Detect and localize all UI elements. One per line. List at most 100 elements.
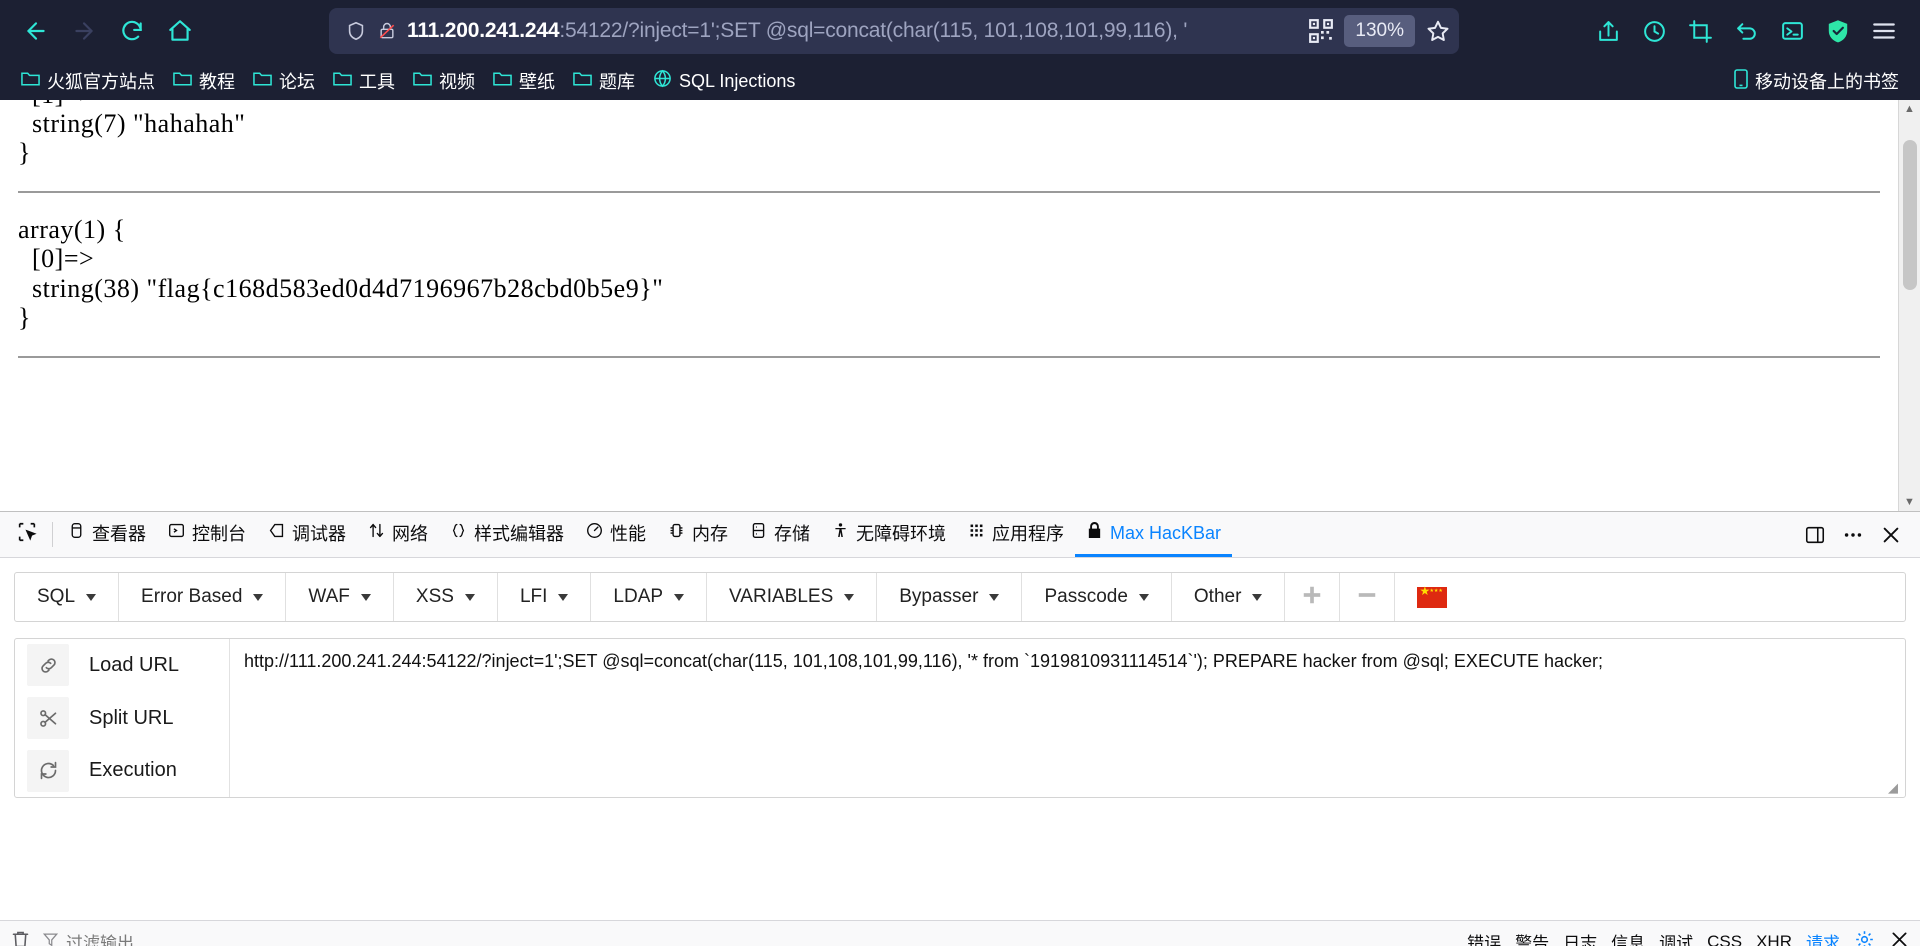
- tracking-protection-shield-icon[interactable]: [345, 20, 367, 42]
- bookmark-item-7[interactable]: SQL Injections: [644, 65, 804, 97]
- network-icon: [368, 522, 385, 544]
- console-filter-requests[interactable]: 请求: [1806, 929, 1840, 946]
- hackbar-menu-bypasser[interactable]: Bypasser: [877, 573, 1023, 621]
- tab-application[interactable]: 应用程序: [957, 512, 1075, 557]
- menu-label: Bypasser: [899, 586, 979, 607]
- hackbar-menu-waf[interactable]: WAF: [286, 573, 394, 621]
- hackbar-remove-button[interactable]: [1340, 573, 1396, 621]
- tab-memory[interactable]: 内存: [657, 512, 739, 557]
- qr-code-icon[interactable]: [1308, 18, 1334, 44]
- tab-console[interactable]: 控制台: [157, 512, 257, 557]
- devtools-more-icon[interactable]: [1836, 518, 1870, 552]
- sync-tabs-icon[interactable]: [1770, 9, 1814, 53]
- folder-icon: [21, 71, 40, 92]
- bookmark-label: 工具: [359, 72, 395, 92]
- tab-max-hackbar[interactable]: Max HacKBar: [1075, 512, 1233, 557]
- scrollbar-thumb[interactable]: [1903, 140, 1917, 290]
- console-close-icon[interactable]: [1889, 929, 1910, 946]
- insecure-connection-icon[interactable]: [377, 20, 397, 42]
- page-vertical-scrollbar[interactable]: ▲ ▼: [1898, 100, 1920, 511]
- tab-label: 查看器: [92, 524, 146, 544]
- action-label: Execution: [89, 759, 177, 782]
- clear-console-icon[interactable]: [10, 929, 31, 946]
- bookmark-item-0[interactable]: 火狐官方站点: [12, 64, 164, 98]
- shield-check-icon[interactable]: [1816, 9, 1860, 53]
- hackbar-menu-error-based[interactable]: Error Based: [119, 573, 287, 621]
- hackbar-menu-sql[interactable]: SQL: [15, 573, 120, 621]
- tab-inspector[interactable]: 查看器: [57, 512, 157, 557]
- page-viewport: [1]=> string(7) "hahahah" } array(1) { […: [0, 100, 1920, 511]
- tab-label: 应用程序: [992, 524, 1064, 544]
- bookmark-star-icon[interactable]: [1425, 18, 1451, 44]
- bookmark-item-6[interactable]: 题库: [564, 64, 644, 98]
- console-settings-gear-icon[interactable]: [1854, 929, 1875, 946]
- china-flag-icon: [1417, 584, 1448, 608]
- hackbar-language-button[interactable]: [1395, 573, 1469, 621]
- url-bar-container: 111.200.241.244:54122/?inject=1';SET @sq…: [206, 8, 1582, 54]
- address-bar[interactable]: 111.200.241.244:54122/?inject=1';SET @sq…: [329, 8, 1459, 54]
- console-filter-info[interactable]: 信息: [1611, 929, 1645, 946]
- hackbar-menu-passcode[interactable]: Passcode: [1022, 573, 1172, 621]
- screenshot-icon[interactable]: [1678, 9, 1722, 53]
- browser-toolbar-right: [1586, 9, 1906, 53]
- bookmark-item-2[interactable]: 论坛: [244, 64, 324, 98]
- tab-performance[interactable]: 性能: [575, 512, 657, 557]
- chevron-down-icon: [844, 593, 855, 601]
- menu-label: LDAP: [613, 586, 664, 607]
- globe-icon: [653, 69, 672, 93]
- app-menu-icon[interactable]: [1862, 9, 1906, 53]
- url-host: 111.200.241.244: [407, 19, 560, 42]
- console-filter-input[interactable]: 过滤输出: [42, 929, 134, 946]
- url-text[interactable]: 111.200.241.244:54122/?inject=1';SET @sq…: [407, 19, 1298, 43]
- console-filter-warnings[interactable]: 警告: [1515, 929, 1549, 946]
- bookmark-item-3[interactable]: 工具: [324, 64, 404, 98]
- bookmark-label: 教程: [199, 72, 235, 92]
- bookmark-item-5[interactable]: 壁纸: [484, 64, 564, 98]
- console-filter-debug[interactable]: 调试: [1659, 929, 1693, 946]
- hackbar-menu-variables[interactable]: VARIABLES: [707, 573, 878, 621]
- tab-style-editor[interactable]: 样式编辑器: [439, 512, 575, 557]
- dock-panel-icon[interactable]: [1798, 518, 1832, 552]
- split-url-button[interactable]: Split URL: [15, 692, 229, 745]
- undo-icon[interactable]: [1724, 9, 1768, 53]
- bookmark-item-1[interactable]: 教程: [164, 64, 244, 98]
- forward-button[interactable]: [62, 9, 106, 53]
- scroll-down-arrow-icon[interactable]: ▼: [1904, 493, 1915, 511]
- zoom-level-badge[interactable]: 130%: [1344, 15, 1415, 47]
- mobile-bookmarks-folder[interactable]: 移动设备上的书签: [1725, 64, 1908, 98]
- hackbar-menu-other[interactable]: Other: [1172, 573, 1286, 621]
- tab-accessibility[interactable]: 无障碍环境: [821, 512, 957, 557]
- console-filter-errors[interactable]: 错误: [1467, 929, 1501, 946]
- tab-storage[interactable]: 存储: [739, 512, 821, 557]
- scroll-up-arrow-icon[interactable]: ▲: [1904, 100, 1915, 118]
- tab-label: Max HacKBar: [1110, 522, 1222, 543]
- console-filter-css[interactable]: CSS: [1707, 932, 1742, 946]
- storage-icon: [750, 522, 767, 544]
- home-button[interactable]: [158, 9, 202, 53]
- element-picker-button[interactable]: [6, 512, 48, 557]
- menu-label: Other: [1193, 586, 1242, 607]
- menu-label: Error Based: [141, 586, 243, 607]
- resize-grip-icon[interactable]: ◢: [1888, 781, 1902, 795]
- tab-label: 样式编辑器: [474, 524, 564, 544]
- share-icon[interactable]: [1586, 9, 1630, 53]
- execution-button[interactable]: Execution: [15, 744, 229, 797]
- history-clock-icon[interactable]: [1632, 9, 1676, 53]
- tab-debugger[interactable]: 调试器: [257, 512, 357, 557]
- bookmark-item-4[interactable]: 视频: [404, 64, 484, 98]
- minus-icon: [1356, 584, 1378, 611]
- devtools-close-icon[interactable]: [1874, 518, 1908, 552]
- hackbar-add-button[interactable]: [1285, 573, 1341, 621]
- hackbar-url-textarea[interactable]: http://111.200.241.244:54122/?inject=1';…: [230, 639, 1905, 797]
- load-url-button[interactable]: Load URL: [15, 639, 229, 692]
- back-button[interactable]: [14, 9, 58, 53]
- back-arrow-icon: [23, 18, 49, 44]
- hackbar-menu-lfi[interactable]: LFI: [498, 573, 592, 621]
- console-filter-xhr[interactable]: XHR: [1756, 932, 1792, 946]
- hackbar-menu-ldap[interactable]: LDAP: [591, 573, 708, 621]
- hackbar-menu-xss[interactable]: XSS: [394, 573, 498, 621]
- console-filter-logs[interactable]: 日志: [1563, 929, 1597, 946]
- tab-network[interactable]: 网络: [357, 512, 439, 557]
- content-divider-2: [18, 355, 1880, 358]
- reload-button[interactable]: [110, 9, 154, 53]
